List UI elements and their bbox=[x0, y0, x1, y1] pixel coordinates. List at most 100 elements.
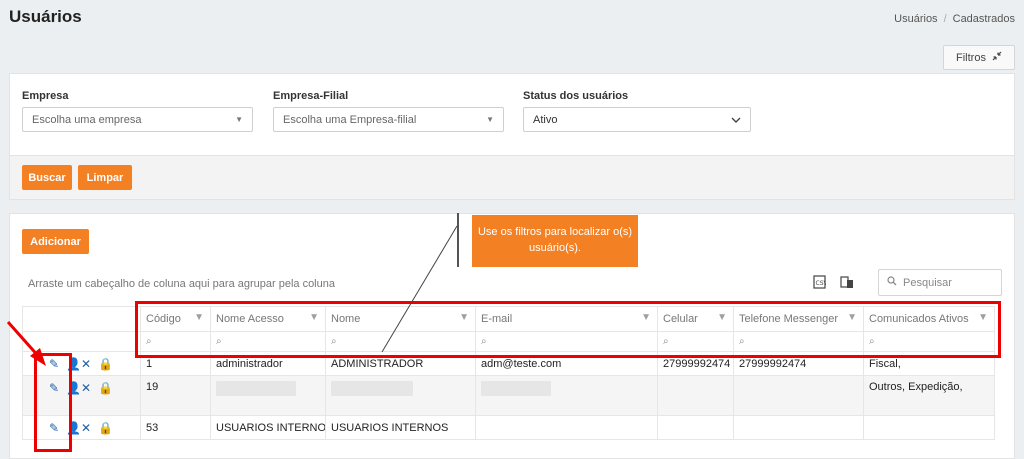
column-header-nome-acesso[interactable]: Nome Acesso ▼ bbox=[210, 306, 326, 332]
svg-text:CSV: CSV bbox=[815, 280, 826, 287]
filter-cell-codigo[interactable]: ⌕ bbox=[140, 331, 211, 352]
cell-celular bbox=[657, 375, 734, 416]
search-icon: ⌕ bbox=[481, 336, 487, 347]
search-icon bbox=[887, 276, 897, 289]
cell-email: adm@teste.com bbox=[475, 351, 658, 376]
chevron-down-icon bbox=[731, 114, 741, 126]
search-icon: ⌕ bbox=[331, 336, 337, 347]
empresa-label: Empresa bbox=[22, 90, 69, 102]
row-commands: ✎ 👤✕ 🔒 bbox=[22, 375, 141, 416]
column-header-commands bbox=[22, 306, 141, 332]
filter-panel: Empresa Escolha uma empresa ▼ Empresa-Fi… bbox=[9, 73, 1015, 156]
filter-icon[interactable]: ▼ bbox=[847, 312, 857, 323]
filter-icon[interactable]: ▼ bbox=[194, 312, 204, 323]
remove-user-icon[interactable]: 👤✕ bbox=[66, 357, 91, 371]
remove-user-icon[interactable]: 👤✕ bbox=[66, 381, 91, 395]
filter-cell-celular[interactable]: ⌕ bbox=[657, 331, 734, 352]
column-header-celular[interactable]: Celular ▼ bbox=[657, 306, 734, 332]
empresa-select-placeholder: Escolha uma empresa bbox=[32, 113, 142, 126]
empresa-filter: Empresa Escolha uma empresa ▼ bbox=[22, 90, 253, 132]
search-icon: ⌕ bbox=[216, 336, 222, 347]
cell-nome-redacted bbox=[325, 375, 476, 416]
empresa-filial-select[interactable]: Escolha uma Empresa-filial ▼ bbox=[273, 107, 504, 132]
export-excel-icon[interactable]: CSV bbox=[808, 269, 830, 295]
filter-icon[interactable]: ▼ bbox=[641, 312, 651, 323]
table-header-row: Código ▼ Nome Acesso ▼ Nome ▼ E-mail ▼ Celul… bbox=[22, 306, 995, 332]
edit-icon[interactable]: ✎ bbox=[49, 357, 59, 371]
column-chooser-icon[interactable] bbox=[836, 269, 858, 295]
search-button[interactable]: Buscar bbox=[22, 165, 72, 190]
status-select[interactable]: Ativo bbox=[523, 107, 751, 132]
add-button[interactable]: Adicionar bbox=[22, 229, 89, 254]
filter-cell-empty bbox=[22, 331, 141, 352]
breadcrumb-item-cadastrados: Cadastrados bbox=[952, 13, 1015, 25]
filter-actions-bar: Buscar Limpar bbox=[9, 156, 1015, 200]
breadcrumb-separator: / bbox=[943, 13, 947, 25]
breadcrumb-item-usuarios[interactable]: Usuários bbox=[894, 13, 937, 25]
cell-email-redacted bbox=[475, 375, 658, 416]
cell-nome: ADMINISTRADOR bbox=[325, 351, 476, 376]
search-icon: ⌕ bbox=[146, 336, 152, 347]
filter-icon[interactable]: ▼ bbox=[978, 312, 988, 323]
table-row[interactable]: ✎ 👤✕ 🔒 53 USUARIOS INTERNOS USUARIOS INTER… bbox=[22, 415, 995, 440]
chevron-down-icon: ▼ bbox=[235, 115, 243, 124]
page-header: Usuários Usuários / Cadastrados bbox=[0, 0, 1024, 40]
filter-cell-comunicados[interactable]: ⌕ bbox=[863, 331, 995, 352]
lock-icon[interactable]: 🔒 bbox=[98, 421, 113, 435]
filters-toggle-button[interactable]: Filtros bbox=[943, 45, 1015, 70]
cell-email bbox=[475, 415, 658, 440]
cell-nome-acesso: administrador bbox=[210, 351, 326, 376]
column-filter-row: ⌕ ⌕ ⌕ ⌕ ⌕ ⌕ ⌕ bbox=[22, 331, 995, 352]
empresa-filial-label: Empresa-Filial bbox=[273, 90, 349, 102]
filter-cell-nome-acesso[interactable]: ⌕ bbox=[210, 331, 326, 352]
edit-icon[interactable]: ✎ bbox=[49, 421, 59, 435]
empresa-select[interactable]: Escolha uma empresa ▼ bbox=[22, 107, 253, 132]
chevron-down-icon: ▼ bbox=[486, 115, 494, 124]
cell-comunicados bbox=[863, 415, 995, 440]
cell-telefone bbox=[733, 415, 864, 440]
filter-cell-nome[interactable]: ⌕ bbox=[325, 331, 476, 352]
search-icon: ⌕ bbox=[663, 336, 669, 347]
cell-codigo: 1 bbox=[140, 351, 211, 376]
grid-search-placeholder: Pesquisar bbox=[903, 276, 952, 289]
filters-toggle-label: Filtros bbox=[956, 51, 986, 64]
table-row[interactable]: ✎ 👤✕ 🔒 1 administrador ADMINISTRADOR adm@t… bbox=[22, 351, 995, 376]
filter-icon[interactable]: ▼ bbox=[309, 312, 319, 323]
search-icon: ⌕ bbox=[869, 336, 875, 347]
filter-icon[interactable]: ▼ bbox=[717, 312, 727, 323]
row-commands: ✎ 👤✕ 🔒 bbox=[22, 351, 141, 376]
column-header-nome[interactable]: Nome ▼ bbox=[325, 306, 476, 332]
cell-nome: USUARIOS INTERNOS bbox=[325, 415, 476, 440]
cell-nome-acesso-redacted bbox=[210, 375, 326, 416]
table-row[interactable]: ✎ 👤✕ 🔒 19 Outros, Expedição, bbox=[22, 375, 995, 416]
column-header-comunicados-ativos[interactable]: Comunicados Ativos ▼ bbox=[863, 306, 995, 332]
search-icon: ⌕ bbox=[739, 336, 745, 347]
filter-icon[interactable]: ▼ bbox=[459, 312, 469, 323]
cell-telefone: 27999992474 bbox=[733, 351, 864, 376]
remove-user-icon[interactable]: 👤✕ bbox=[66, 421, 91, 435]
lock-icon[interactable]: 🔒 bbox=[98, 381, 113, 395]
edit-icon[interactable]: ✎ bbox=[49, 381, 59, 395]
lock-icon[interactable]: 🔒 bbox=[98, 357, 113, 371]
cell-telefone bbox=[733, 375, 864, 416]
cell-codigo: 19 bbox=[140, 375, 211, 416]
filter-cell-telefone[interactable]: ⌕ bbox=[733, 331, 864, 352]
grid-search-input[interactable]: Pesquisar bbox=[878, 269, 1002, 296]
column-header-codigo[interactable]: Código ▼ bbox=[140, 306, 211, 332]
cell-celular: 27999992474 bbox=[657, 351, 734, 376]
callout-connector bbox=[457, 213, 459, 267]
group-by-hint: Arraste um cabeçalho de coluna aqui para… bbox=[28, 278, 335, 290]
filter-cell-email[interactable]: ⌕ bbox=[475, 331, 658, 352]
cell-celular bbox=[657, 415, 734, 440]
status-select-value: Ativo bbox=[533, 113, 558, 126]
clear-button[interactable]: Limpar bbox=[78, 165, 132, 190]
breadcrumb: Usuários / Cadastrados bbox=[894, 13, 1015, 25]
cell-codigo: 53 bbox=[140, 415, 211, 440]
empresa-filial-select-placeholder: Escolha uma Empresa-filial bbox=[283, 113, 417, 126]
callout-tooltip: Use os filtros para localizar o(s) usuár… bbox=[472, 215, 638, 267]
cell-nome-acesso: USUARIOS INTERNOS bbox=[210, 415, 326, 440]
status-filter: Status dos usuários Ativo bbox=[523, 90, 751, 132]
column-header-telefone-messenger[interactable]: Telefone Messenger ▼ bbox=[733, 306, 864, 332]
column-header-email[interactable]: E-mail ▼ bbox=[475, 306, 658, 332]
users-table: Código ▼ Nome Acesso ▼ Nome ▼ E-mail ▼ Celul… bbox=[22, 306, 995, 440]
